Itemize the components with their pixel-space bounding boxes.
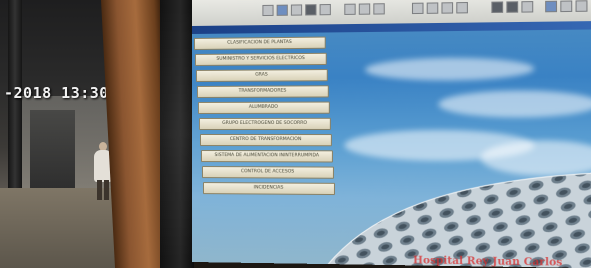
menu-button[interactable]: CENTRO DE TRANSFORMACION	[199, 134, 332, 147]
toolbar-icon[interactable]	[411, 2, 424, 15]
hospital-name-text: Hospital Rey Juan Carlos	[413, 255, 563, 268]
menu-button[interactable]: TRANSFORMADORES	[196, 85, 329, 98]
main-monitor-screen: CLASIFICACION DE PLANTAS SUMINISTRO Y SE…	[192, 0, 591, 268]
toolbar-icon[interactable]	[506, 1, 519, 13]
cctv-doorway	[30, 110, 75, 190]
toolbar-icon[interactable]	[426, 2, 439, 14]
cctv-floor	[0, 188, 120, 268]
menu-button[interactable]: GRUPO ELECTROGENO DE SOCORRO	[198, 117, 331, 130]
person-legs	[97, 180, 109, 200]
toolbar-icon[interactable]	[491, 1, 504, 14]
toolbar-icon[interactable]	[305, 4, 317, 16]
main-menu: CLASIFICACION DE PLANTAS SUMINISTRO Y SE…	[193, 36, 340, 199]
screen-glare	[160, 0, 200, 268]
menu-button[interactable]: SUMINISTRO Y SERVICIOS ELECTRICOS	[194, 52, 327, 66]
hospital-building-image	[323, 169, 591, 268]
toolbar-icon[interactable]	[358, 3, 371, 15]
cloud	[438, 90, 591, 118]
toolbar-icon[interactable]	[262, 4, 274, 17]
toolbar-icon[interactable]	[276, 4, 288, 16]
cctv-monitor: -2018 13:30:02	[0, 0, 137, 268]
menu-button[interactable]: SISTEMA DE ALIMENTACION ININTERRUMPIDA	[200, 150, 333, 163]
menu-button[interactable]: CONTROL DE ACCESOS	[201, 166, 334, 179]
toolbar-icon[interactable]	[560, 0, 573, 13]
menu-button[interactable]: CLASIFICACION DE PLANTAS	[193, 36, 326, 50]
cloud	[365, 57, 535, 82]
toolbar-icon[interactable]	[456, 1, 468, 14]
toolbar-icon[interactable]	[575, 0, 588, 12]
menu-button[interactable]: ALUMBRADO	[197, 101, 330, 114]
toolbar-icon[interactable]	[290, 4, 303, 16]
toolbar-icon[interactable]	[344, 3, 356, 15]
photo-scene: -2018 13:30:02 CLASIFICACION DE PLANTAS …	[0, 0, 591, 268]
toolbar-icon[interactable]	[441, 2, 454, 14]
toolbar-icon[interactable]	[521, 1, 534, 13]
toolbar-icon[interactable]	[319, 3, 331, 16]
menu-button[interactable]: INCIDENCIAS	[202, 182, 336, 196]
toolbar-icon[interactable]	[545, 0, 558, 13]
menu-button[interactable]: GRAS	[195, 69, 328, 82]
toolbar-icon[interactable]	[373, 3, 385, 15]
